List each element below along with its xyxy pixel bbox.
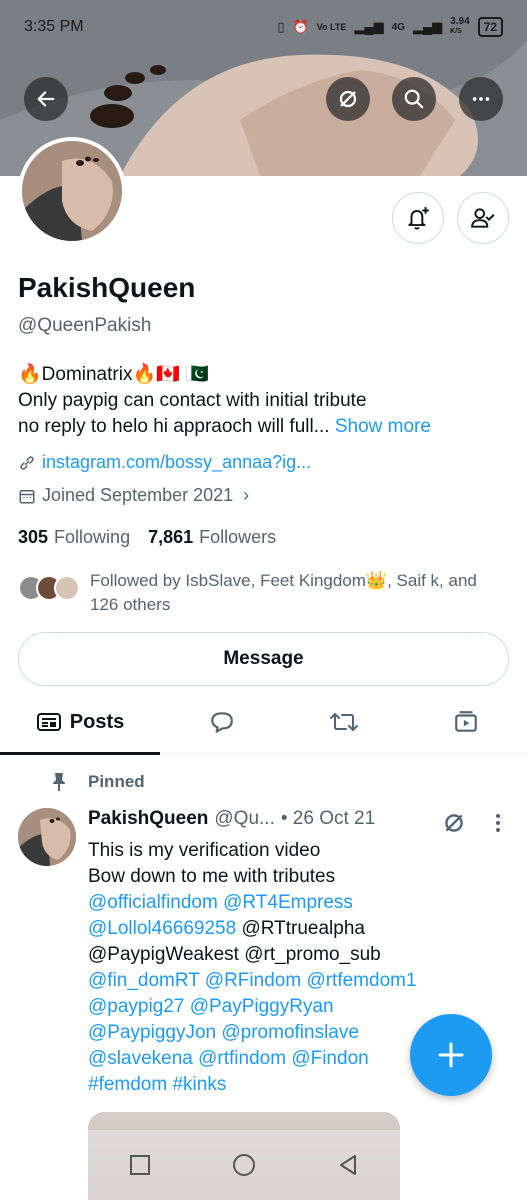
tab-media[interactable] [404, 690, 527, 754]
bio-line-2: Only paypig can contact with initial tri… [18, 390, 367, 411]
bio-line-1: 🔥Dominatrix🔥🇨🇦 🇵🇰 [18, 364, 209, 385]
follower-avatars [18, 569, 80, 617]
profile-name: PakishQueen [18, 272, 196, 303]
profile-tabs: Posts [0, 690, 527, 755]
grok-icon[interactable] [441, 810, 467, 836]
active-tab-indicator [0, 752, 160, 755]
post-mentions[interactable]: @officialfindom @RT4Empress [88, 890, 468, 916]
profile-bio: 🔥Dominatrix🔥🇨🇦 🇵🇰 Only paypig can contac… [18, 362, 518, 440]
arrow-left-icon [37, 91, 55, 107]
media-icon [454, 711, 477, 732]
recents-icon[interactable] [129, 1154, 151, 1176]
search-button[interactable] [392, 77, 436, 121]
alarm-icon: ⏰ [292, 19, 309, 34]
status-bar: 3:35 PM ▯ ⏰ Vo LTE ▂▄▆ 4G ▂▄▆ 3.94 K/S 7… [0, 0, 527, 54]
vibrate-icon: ▯ [277, 19, 285, 34]
following-button[interactable] [457, 192, 509, 244]
status-time: 3:35 PM [24, 18, 84, 35]
pinned-label: Pinned [88, 772, 145, 791]
pin-icon [53, 773, 65, 791]
back-button[interactable] [24, 77, 68, 121]
net-speed: 3.94 K/S [450, 16, 470, 36]
followers-label[interactable]: Followers [199, 527, 276, 548]
posts-icon [36, 713, 61, 731]
grok-button[interactable] [326, 77, 370, 121]
tab-reposts[interactable] [284, 690, 404, 754]
bell-plus-icon [408, 207, 429, 230]
home-icon[interactable] [232, 1153, 256, 1177]
reply-icon [211, 712, 233, 733]
back-nav-icon[interactable] [337, 1153, 359, 1177]
following-count[interactable]: 305 [18, 527, 48, 548]
notification-subscribe-button[interactable] [392, 192, 444, 244]
search-icon [404, 89, 424, 109]
user-check-icon [471, 208, 495, 228]
post-author-avatar[interactable] [18, 808, 76, 866]
calendar-icon [19, 489, 35, 503]
profile-handle: @QueenPakish [18, 315, 152, 336]
signal-icon: ▂▄▆ [354, 19, 384, 34]
post-author-name[interactable]: PakishQueen [88, 808, 208, 830]
post-hashtags[interactable]: #femdom #kinks [88, 1072, 468, 1098]
grok-icon [339, 90, 357, 108]
pinned-indicator: Pinned [50, 772, 145, 792]
tab-posts-label: Posts [69, 710, 125, 733]
battery-indicator: 72 [477, 17, 503, 37]
follow-stats: 305 Following 7,861 Followers [18, 527, 288, 548]
more-vertical-icon[interactable] [488, 810, 508, 836]
following-label[interactable]: Following [54, 527, 130, 548]
more-horizontal-icon [472, 97, 490, 101]
plus-icon [438, 1042, 464, 1068]
joined-row[interactable]: Joined September 2021 › [18, 485, 249, 506]
post-mentions: @Lollol46669258 @RTtruealpha [88, 918, 365, 939]
avatar-image [22, 141, 122, 241]
joined-date: Joined September 2021 [42, 485, 234, 505]
followed-by-text: Followed by IsbSlave, Feet Kingdom👑, Sai… [90, 571, 477, 614]
link-icon [20, 455, 34, 470]
signal-icon-2: ▂▄▆ [412, 19, 443, 34]
profile-avatar[interactable] [18, 137, 126, 245]
message-button[interactable]: Message [18, 632, 509, 686]
followed-by-row[interactable]: Followed by IsbSlave, Feet Kingdom👑, Sai… [18, 569, 518, 617]
post-line: This is my verification video [88, 840, 321, 861]
network-label: 4G [391, 21, 405, 33]
post-line: Bow down to me with tributes [88, 866, 336, 887]
post-mentions[interactable]: @paypig27 @PayPiggyRyan [88, 994, 468, 1020]
compose-button[interactable] [410, 1014, 492, 1096]
avatar-image [18, 808, 76, 866]
avatar [54, 575, 80, 601]
repost-icon [330, 713, 358, 731]
bio-line-3: no reply to helo hi appraoch will full..… [18, 416, 431, 437]
post-header: PakishQueen @Qu... • 26 Oct 21 [88, 808, 375, 830]
more-button[interactable] [459, 77, 503, 121]
post-date[interactable]: • 26 Oct 21 [281, 808, 375, 830]
volte-label: Vo LTE [316, 22, 347, 32]
post-author-handle[interactable]: @Qu... [214, 808, 274, 830]
followers-count[interactable]: 7,861 [148, 527, 193, 548]
system-nav-bar [88, 1130, 400, 1200]
website-row[interactable]: instagram.com/bossy_annaa?ig... [18, 452, 311, 473]
website-link[interactable]: instagram.com/bossy_annaa?ig... [42, 452, 311, 473]
chevron-right-icon: › [243, 485, 250, 505]
post-mentions[interactable]: @fin_domRT @RFindom @rtfemdom1 [88, 968, 468, 994]
tab-posts[interactable]: Posts [0, 690, 160, 755]
post-mentions: @PaypigWeakest @rt_promo_sub [88, 944, 381, 965]
tab-replies[interactable] [160, 690, 284, 754]
show-more-link[interactable]: Show more [335, 416, 431, 437]
